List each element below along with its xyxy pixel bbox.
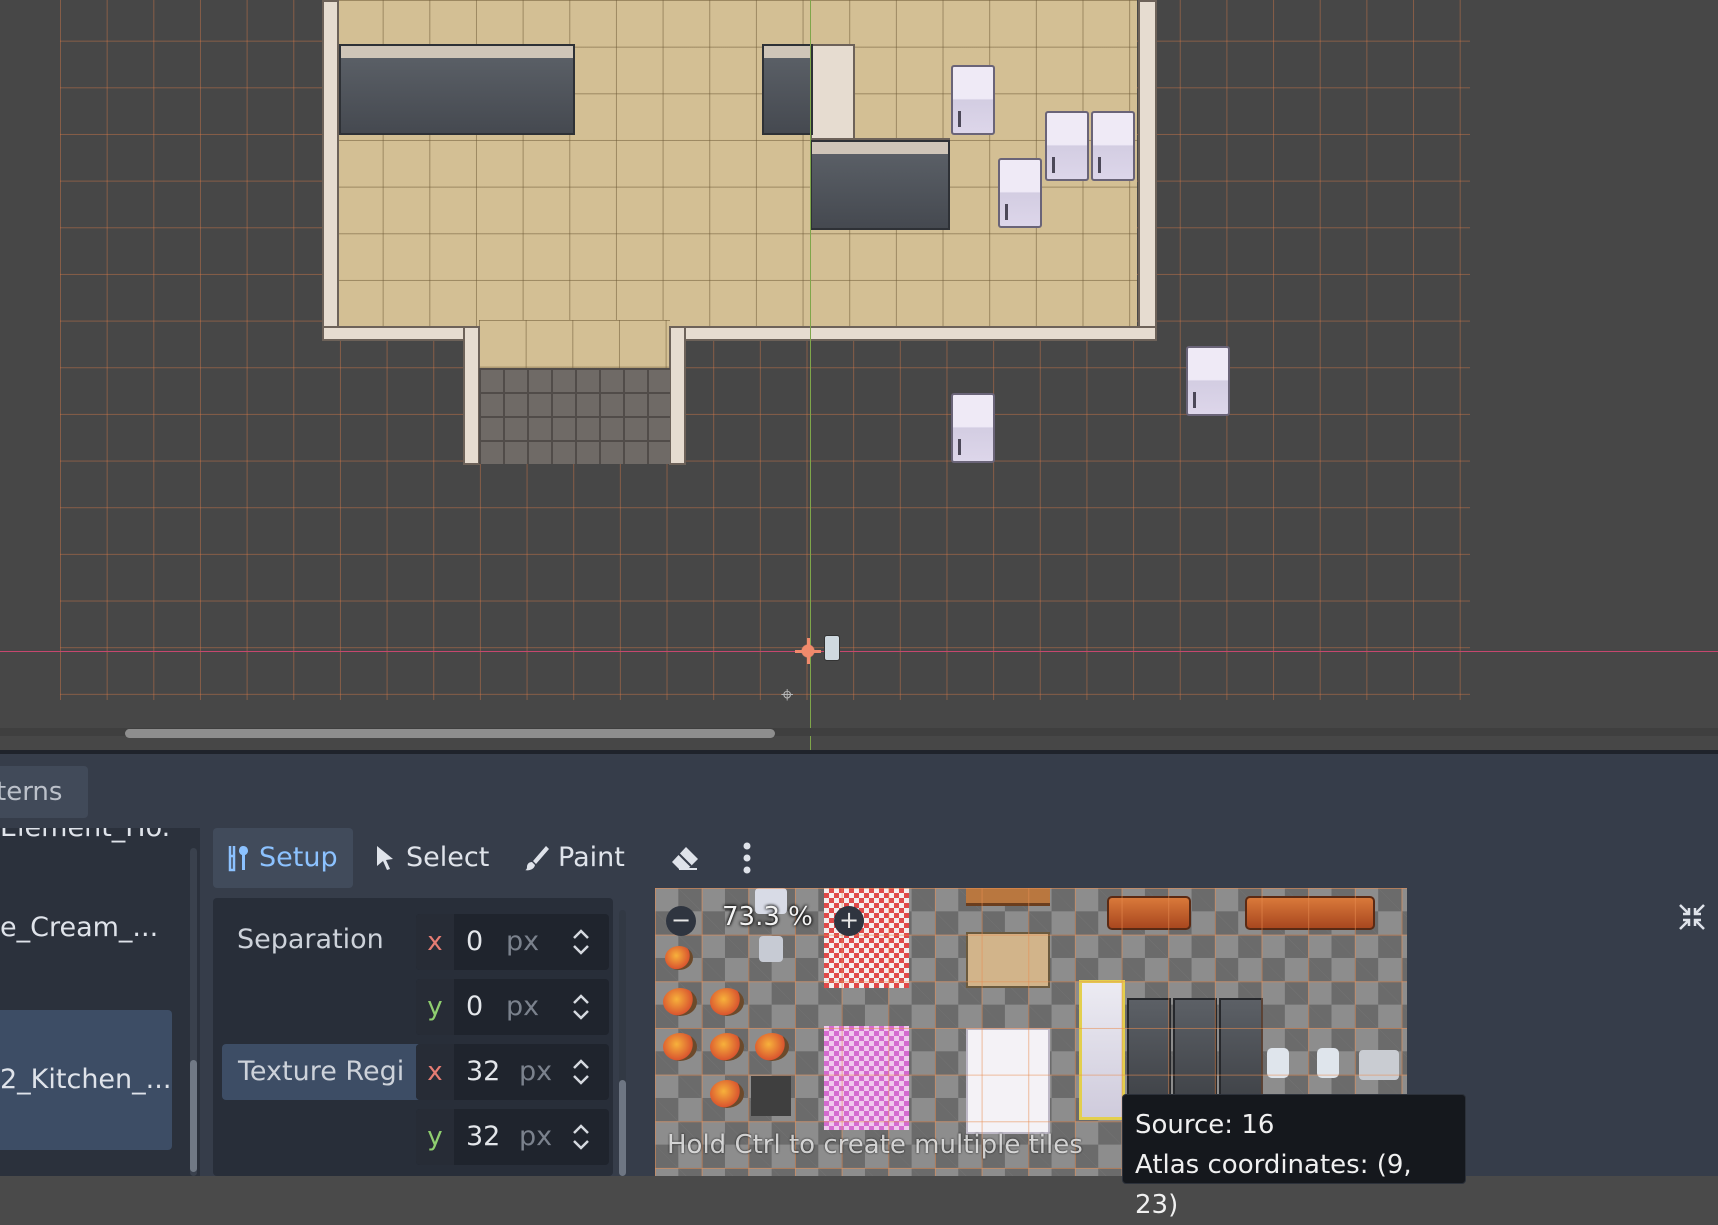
spinner-arrows-icon[interactable] bbox=[571, 1058, 591, 1086]
kitchen-counter-1 bbox=[339, 44, 575, 135]
paintbrush-icon bbox=[525, 846, 549, 871]
separation-y-field[interactable]: y 0 px bbox=[416, 979, 609, 1035]
unit-label: px bbox=[519, 1056, 553, 1087]
axis-tag-x: x bbox=[416, 1044, 454, 1100]
tileset-panel: terns Element_Ho... e_Cream_... 2_Kitche… bbox=[0, 750, 1718, 1220]
fridge-sprite bbox=[1091, 111, 1135, 181]
texture-region-y-row: y 32 px bbox=[213, 1103, 613, 1167]
wall-entry-left bbox=[463, 326, 480, 465]
inspector-scrollbar-thumb[interactable] bbox=[619, 1080, 626, 1176]
atlas-hint-text: Hold Ctrl to create multiple tiles bbox=[667, 1130, 1083, 1160]
spinner-arrows-icon[interactable] bbox=[571, 928, 591, 956]
unit-label: px bbox=[519, 1121, 553, 1152]
fridge-sprite bbox=[998, 158, 1042, 228]
source-item[interactable]: Element_Ho... bbox=[0, 828, 172, 856]
separation-x-value[interactable]: 0 bbox=[466, 914, 483, 970]
kitchen-counter-2 bbox=[762, 44, 813, 135]
paint-label: Paint bbox=[558, 842, 625, 873]
eraser-icon bbox=[672, 847, 698, 870]
separation-y-row: y 0 px bbox=[213, 973, 613, 1037]
separation-y-value[interactable]: 0 bbox=[466, 979, 483, 1035]
cursor-arrow-icon bbox=[377, 846, 393, 870]
fridge-sprite bbox=[1045, 111, 1089, 181]
source-list-scrollbar-thumb[interactable] bbox=[190, 1060, 197, 1172]
fridge-sprite bbox=[951, 65, 995, 135]
spinner-arrows-icon[interactable] bbox=[571, 1123, 591, 1151]
origin-crosshair-icon bbox=[795, 638, 821, 664]
wall-entry-right bbox=[669, 326, 686, 465]
kitchen-counter-3 bbox=[810, 140, 950, 230]
texture-region-x-row: Texture Regi x 32 px bbox=[213, 1038, 613, 1102]
wall-right bbox=[1138, 0, 1157, 340]
select-button[interactable]: Select bbox=[362, 828, 502, 888]
source-item[interactable]: e_Cream_... bbox=[0, 900, 172, 956]
setup-label: Setup bbox=[259, 842, 338, 873]
tooltip-atlas-coords: Atlas coordinates: (9, 23) bbox=[1135, 1150, 1412, 1220]
tools-icon bbox=[228, 846, 248, 872]
axis-tag-y: y bbox=[416, 1109, 454, 1165]
wall-bottom-left bbox=[322, 326, 478, 341]
texture-region-x-field[interactable]: x 32 px bbox=[416, 1044, 609, 1100]
tooltip-source: Source: 16 bbox=[1135, 1110, 1275, 1140]
pivot-crosshair-icon: ⌖ bbox=[781, 683, 794, 708]
fridge-sprite bbox=[951, 393, 995, 463]
tilemap-viewport[interactable]: ⌖ bbox=[0, 0, 1718, 750]
collapse-panel-icon[interactable] bbox=[1677, 902, 1707, 932]
zoom-in-button[interactable]: + bbox=[834, 906, 864, 936]
kebab-menu-icon bbox=[743, 842, 751, 874]
select-label: Select bbox=[406, 842, 490, 873]
tileset-source-list[interactable]: Element_Ho... e_Cream_... 2_Kitchen_... bbox=[0, 828, 200, 1176]
paint-button[interactable]: Paint bbox=[512, 828, 642, 888]
separation-label: Separation bbox=[237, 924, 384, 955]
more-options-button[interactable] bbox=[730, 828, 770, 888]
atlas-zoom-level: 73.3 % bbox=[722, 902, 813, 932]
partition-wall bbox=[810, 44, 855, 144]
zoom-out-button[interactable]: − bbox=[666, 906, 696, 936]
wall-left bbox=[322, 0, 339, 340]
separation-x-row: Separation x 0 px bbox=[213, 908, 613, 972]
axis-tag-x: x bbox=[416, 914, 454, 970]
x-axis-line bbox=[0, 651, 1718, 652]
unit-label: px bbox=[506, 991, 540, 1022]
texture-region-y-field[interactable]: y 32 px bbox=[416, 1109, 609, 1165]
wall-bottom-right bbox=[670, 326, 1157, 341]
axis-tag-y: y bbox=[416, 979, 454, 1035]
source-item-selected[interactable]: 2_Kitchen_... bbox=[0, 1010, 172, 1150]
kitchen-floor-entry bbox=[479, 320, 670, 370]
texture-region-y-value[interactable]: 32 bbox=[466, 1109, 500, 1165]
texture-region-x-value[interactable]: 32 bbox=[466, 1044, 500, 1100]
player-sprite[interactable] bbox=[824, 635, 840, 661]
atlas-tile-tooltip: Source: 16 Atlas coordinates: (9, 23) bbox=[1122, 1094, 1466, 1220]
setup-button[interactable]: Setup bbox=[213, 828, 353, 888]
tab-patterns[interactable]: terns bbox=[0, 766, 88, 818]
floor-grate bbox=[479, 368, 670, 464]
separation-x-field[interactable]: x 0 px bbox=[416, 914, 609, 970]
atlas-inspector: Separation x 0 px y 0 px Texture Regi x … bbox=[213, 898, 613, 1176]
texture-region-label: Texture Regi bbox=[222, 1044, 427, 1100]
unit-label: px bbox=[506, 926, 540, 957]
spinner-arrows-icon[interactable] bbox=[571, 993, 591, 1021]
eraser-button[interactable] bbox=[658, 828, 712, 888]
fridge-sprite bbox=[1186, 346, 1230, 416]
panel-resize-handle[interactable] bbox=[0, 750, 1718, 754]
minus-circle-icon: − bbox=[670, 906, 692, 934]
plus-circle-icon: + bbox=[838, 906, 860, 934]
viewport-scrollbar-thumb[interactable] bbox=[125, 729, 775, 738]
